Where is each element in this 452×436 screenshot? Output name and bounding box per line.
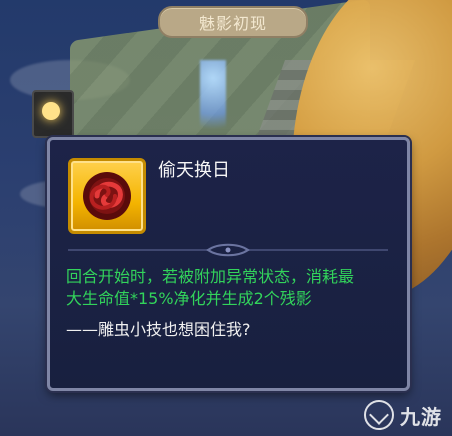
swirl-emblem-icon <box>83 172 131 220</box>
ornament-divider <box>68 243 388 257</box>
stage-title-banner: 魅影初现 <box>158 6 308 38</box>
skill-description-line2: 大生命值*15%净化并生成2个残影 <box>66 289 312 308</box>
skill-icon-frame <box>68 158 146 234</box>
skill-tooltip-panel: 偷天换日 回合开始时，若被附加异常状态，消耗最 大生命值*15%净化并生成2个残… <box>47 137 410 391</box>
logo-icon <box>364 400 394 430</box>
game-scene: 魅影初现 偷天换日 回合开始时，若被附加异常状态，消耗最 大生命值*15%净化并… <box>0 0 452 436</box>
lantern-icon <box>32 90 74 138</box>
stage-title: 魅影初现 <box>198 14 267 33</box>
skill-name: 偷天换日 <box>158 160 230 181</box>
skill-quote: ——雕虫小技也想困住我? <box>66 320 251 339</box>
site-watermark: 九游 <box>364 400 442 430</box>
skill-description-line1: 回合开始时，若被附加异常状态，消耗最 <box>66 267 355 286</box>
watermark-text: 九游 <box>400 404 442 429</box>
skill-description: 回合开始时，若被附加异常状态，消耗最 大生命值*15%净化并生成2个残影 <box>66 266 391 310</box>
